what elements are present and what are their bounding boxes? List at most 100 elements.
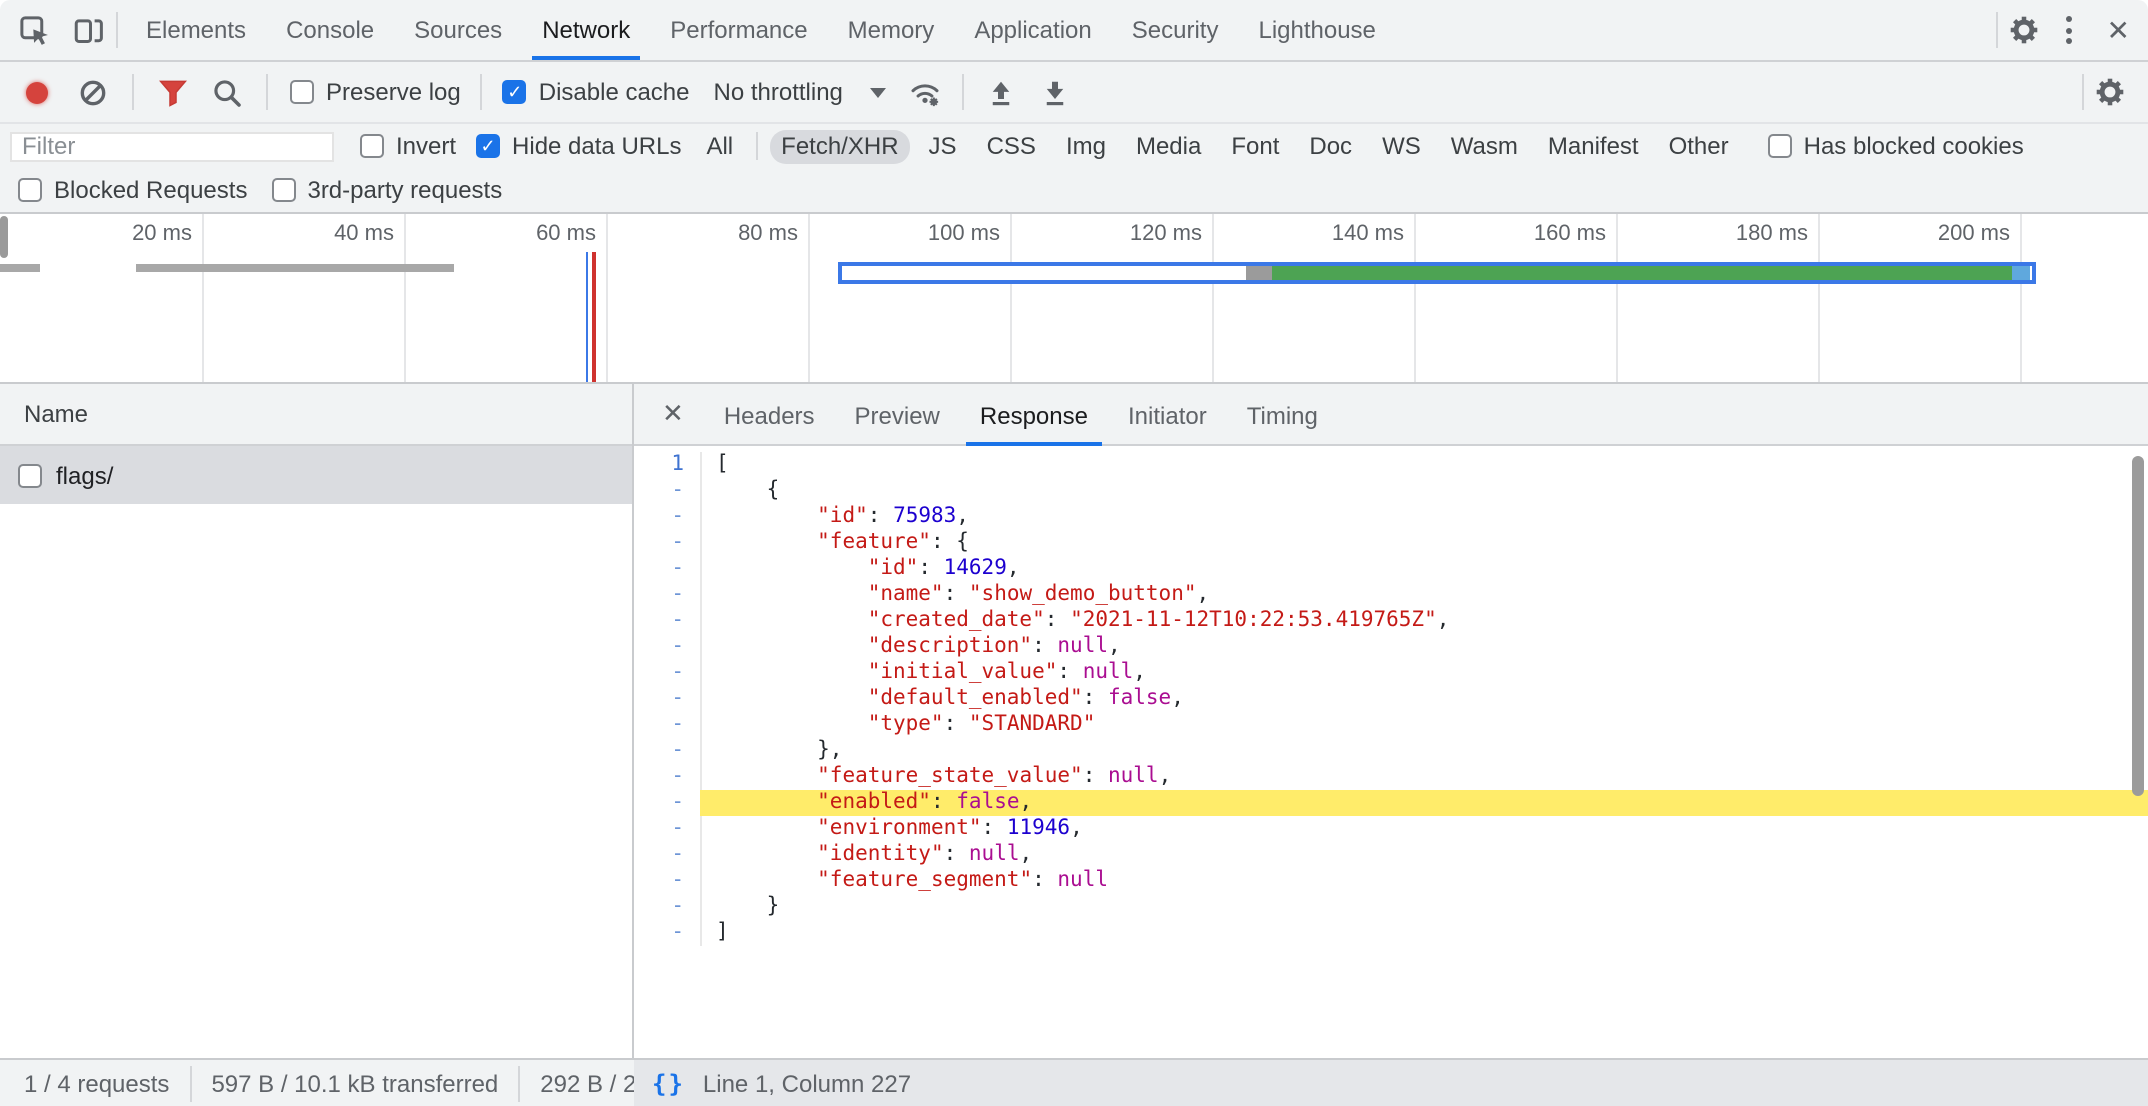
timeline-tick-label: 20 ms [132,222,202,246]
json-token-punc: : [1045,608,1070,632]
code-line-content: "type": "STANDARD" [700,712,2148,738]
export-har-button[interactable] [1029,62,1083,122]
filter-type-css[interactable]: CSS [975,129,1048,163]
has-blocked-cookies-checkbox[interactable] [1768,134,1792,158]
invert-checkbox[interactable] [360,134,384,158]
invert-control: Invert [360,132,456,160]
network-summary-bar: 1 / 4 requests 597 B / 10.1 kB transferr… [0,1058,634,1106]
line-gutter-marker: - [634,634,700,660]
devtools-settings-button[interactable] [1999,0,2051,60]
network-settings-button[interactable] [2084,62,2136,122]
line-gutter-marker: - [634,764,700,790]
json-token-punc [716,868,817,892]
clear-network-log-button[interactable] [66,62,120,122]
tab-network[interactable]: Network [522,0,650,60]
throttling-dropdown[interactable]: No throttling [714,78,887,106]
status-bar: 1 / 4 requests 597 B / 10.1 kB transferr… [0,1058,2148,1106]
code-line: - "id": 75983, [634,504,2148,530]
request-list-pane: Name flags/ [0,384,634,1058]
toolbar-divider [116,12,118,48]
filter-type-font[interactable]: Font [1219,129,1291,163]
filter-type-media[interactable]: Media [1124,129,1213,163]
filter-input[interactable] [10,131,334,161]
network-conditions-icon [911,77,941,107]
third-party-checkbox[interactable] [271,178,295,202]
network-conditions-button[interactable] [899,62,953,122]
phase-download [1272,265,2012,279]
detail-tab-initiator[interactable]: Initiator [1108,384,1227,446]
tab-application[interactable]: Application [954,0,1111,60]
timeline-gridline [202,214,204,382]
filter-type-ws[interactable]: WS [1370,129,1433,163]
code-line-content: "environment": 11946, [700,816,2148,842]
request-name: flags/ [56,461,113,489]
inspect-element-button[interactable] [8,0,62,60]
filter-type-fetchxhr[interactable]: Fetch/XHR [769,129,910,163]
tab-elements[interactable]: Elements [126,0,266,60]
detail-tab-preview[interactable]: Preview [835,384,960,446]
name-column-header[interactable]: Name [0,384,632,446]
tab-lighthouse[interactable]: Lighthouse [1238,0,1395,60]
request-checkbox[interactable] [18,463,42,487]
code-line-content: "created_date": "2021-11-12T10:22:53.419… [700,608,2148,634]
timeline-tick-label: 160 ms [1534,222,1616,246]
filter-type-all[interactable]: All [694,129,745,163]
tab-console[interactable]: Console [266,0,394,60]
json-token-punc: , [1437,608,1450,632]
gear-icon [2011,16,2039,44]
filter-type-doc[interactable]: Doc [1297,129,1364,163]
devtools-close-button[interactable]: ✕ [2089,13,2148,47]
detail-tab-timing[interactable]: Timing [1227,384,1338,446]
line-gutter-marker: 1 [634,452,700,478]
request-row[interactable]: flags/ [0,446,632,504]
import-har-button[interactable] [975,62,1029,122]
timeline-overview[interactable]: 20 ms40 ms60 ms80 ms100 ms120 ms140 ms16… [0,214,2148,384]
code-line: - "feature_segment": null [634,868,2148,894]
overview-request-bar[interactable] [838,261,2035,283]
json-token-key: "id" [868,556,919,580]
json-token-punc [716,764,817,788]
json-token-punc: : [931,790,956,814]
filter-type-manifest[interactable]: Manifest [1536,129,1651,163]
device-toolbar-button[interactable] [62,0,116,60]
filter-type-js[interactable]: JS [917,129,969,163]
has-blocked-cookies-label: Has blocked cookies [1804,132,2024,160]
filter-type-other[interactable]: Other [1657,129,1741,163]
timeline-gridline [1818,214,1820,382]
transferred-summary: 597 B / 10.1 kB transferred [191,1069,518,1097]
json-token-punc: , [1020,790,1033,814]
tab-security[interactable]: Security [1112,0,1239,60]
search-button[interactable] [200,62,254,122]
tab-memory[interactable]: Memory [828,0,955,60]
disable-cache-checkbox[interactable] [503,80,527,104]
record-network-log-button[interactable] [26,81,48,103]
filter-type-wasm[interactable]: Wasm [1439,129,1530,163]
json-token-num: 14629 [944,556,1007,580]
detail-tab-response[interactable]: Response [960,384,1108,446]
line-gutter-marker: - [634,738,700,764]
filter-type-img[interactable]: Img [1054,129,1118,163]
json-token-punc [716,556,868,580]
pretty-print-icon[interactable]: {} [652,1069,685,1097]
json-token-key: "identity" [817,842,943,866]
tab-sources[interactable]: Sources [394,0,522,60]
json-token-punc [716,842,817,866]
json-token-punc: : [1032,634,1057,658]
json-token-punc [716,816,817,840]
json-token-key: "enabled" [817,790,931,814]
devtools-menu-button[interactable] [2051,13,2089,48]
detail-tab-headers[interactable]: Headers [704,384,835,446]
toolbar-divider [963,74,965,110]
json-token-punc: , [1007,556,1020,580]
blocked-requests-checkbox[interactable] [18,178,42,202]
response-scrollbar-thumb[interactable] [2131,456,2144,796]
hide-data-urls-checkbox[interactable] [476,134,500,158]
json-token-punc: : [944,842,969,866]
filter-toggle-button[interactable] [146,62,200,122]
preserve-log-checkbox[interactable] [290,80,314,104]
requests-count-summary: 1 / 4 requests [0,1069,189,1097]
devtools-tab-bar: ElementsConsoleSourcesNetworkPerformance… [0,0,2148,62]
tab-performance[interactable]: Performance [650,0,827,60]
close-detail-button[interactable]: ✕ [642,398,704,430]
json-token-punc [716,790,817,814]
